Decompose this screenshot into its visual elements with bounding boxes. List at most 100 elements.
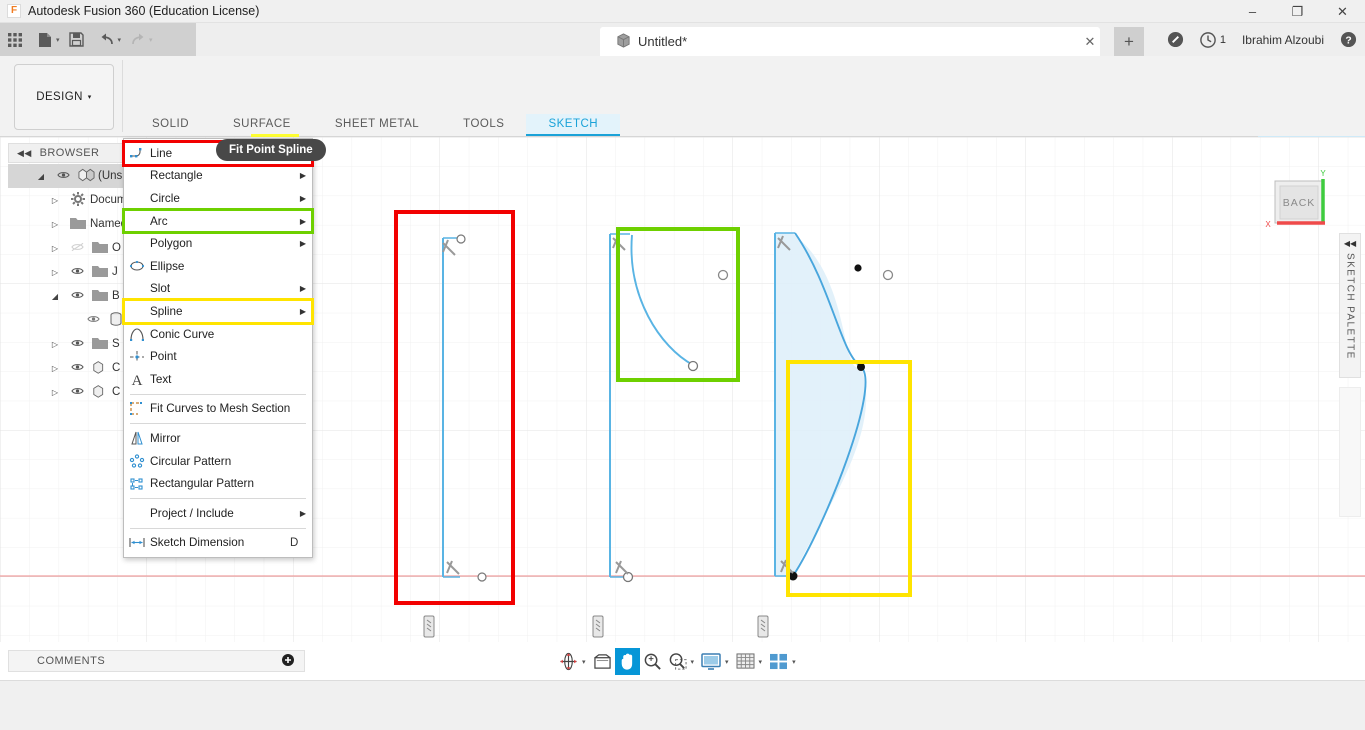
eye-icon[interactable] [66, 290, 88, 303]
grid-snaps[interactable] [733, 648, 758, 675]
chevron-down-icon[interactable]: ▾ [690, 658, 699, 666]
menu-item-circular-pattern[interactable]: Circular Pattern [124, 450, 312, 473]
eye-icon[interactable] [52, 170, 74, 183]
expander-icon[interactable]: ▷ [44, 340, 66, 349]
folder-icon [88, 241, 112, 256]
submenu-arrow-icon: ▶ [299, 306, 307, 316]
display-settings[interactable] [698, 648, 724, 675]
menu-item-ellipse[interactable]: Ellipse [124, 255, 312, 278]
menu-item-sketch-dimension[interactable]: Sketch Dimension D [124, 532, 312, 555]
tooltip: Fit Point Spline [216, 139, 326, 161]
navigation-bar: ▾ ▾ ▾ ▾ ▾ [556, 648, 800, 675]
orbit-tool[interactable] [556, 648, 581, 675]
eye-icon[interactable] [66, 266, 88, 279]
menu-item-conic-curve[interactable]: Conic Curve [124, 323, 312, 346]
new-file-caret-icon[interactable]: ▾ [56, 36, 60, 44]
menu-item-fit-curves-to-mesh-section[interactable]: Fit Curves to Mesh Section [124, 398, 312, 421]
sketch-palette-panel[interactable]: ◀◀ SKETCH PALETTE [1339, 233, 1361, 378]
tab-solid[interactable]: SOLID [130, 114, 211, 136]
submenu-arrow-icon: ▶ [299, 216, 307, 226]
workspace-switcher[interactable]: DESIGN ▾ [14, 64, 114, 130]
eye-icon[interactable] [66, 386, 88, 399]
expander-icon[interactable]: ▷ [44, 196, 66, 205]
submenu-arrow-icon: ▶ [299, 171, 307, 181]
view-cube[interactable]: BACK Y X [1260, 167, 1340, 250]
collapse-icon[interactable]: ◀◀ [1344, 239, 1356, 248]
tab-sketch[interactable]: SKETCH [526, 114, 621, 136]
eye-icon[interactable] [82, 314, 104, 327]
menu-item-point[interactable]: Point [124, 345, 312, 368]
save-icon[interactable] [62, 23, 92, 56]
account-area: 1 Ibrahim Alzoubi ? [1159, 23, 1365, 56]
svg-text:?: ? [1345, 35, 1351, 46]
document-tab[interactable]: Untitled* ✕ [600, 27, 1100, 56]
help-circle-icon[interactable] [1159, 23, 1192, 56]
app-grid-icon[interactable] [0, 23, 30, 56]
browser-item-label: Docum [90, 194, 127, 206]
fit-curves-mesh-icon [124, 401, 150, 416]
menu-item-label: Conic Curve [150, 327, 215, 341]
conic-curve-icon [124, 327, 150, 341]
job-status-icon[interactable]: 1 [1192, 23, 1234, 56]
chevron-down-icon: ▾ [87, 94, 92, 101]
menu-item-label: Point [150, 350, 177, 364]
chevron-down-icon[interactable]: ▾ [758, 658, 767, 666]
viewports[interactable] [766, 648, 791, 675]
zoom-tool[interactable] [640, 648, 665, 675]
submenu-arrow-icon: ▶ [299, 284, 307, 294]
eye-icon[interactable] [66, 362, 88, 375]
question-mark-icon[interactable]: ? [1332, 23, 1365, 56]
tab-sheet-metal[interactable]: SHEET METAL [313, 114, 441, 136]
menu-item-circle[interactable]: Circle ▶ [124, 187, 312, 210]
menu-item-mirror[interactable]: Mirror [124, 427, 312, 450]
body-icon [88, 384, 112, 401]
tab-surface[interactable]: SURFACE [211, 114, 313, 136]
palette-scroll-area[interactable] [1339, 387, 1361, 517]
new-tab-button[interactable]: + [1114, 27, 1144, 56]
expander-icon[interactable]: ◢ [44, 292, 66, 301]
menu-item-arc[interactable]: Arc ▶ [122, 207, 314, 235]
minimize-button[interactable]: – [1230, 0, 1275, 23]
user-name[interactable]: Ibrahim Alzoubi [1234, 23, 1332, 56]
menu-item-rectangular-pattern[interactable]: Rectangular Pattern [124, 472, 312, 495]
component-icon [74, 168, 98, 185]
eye-icon[interactable] [66, 338, 88, 351]
svg-text:A: A [132, 373, 143, 387]
look-at-tool[interactable] [590, 648, 615, 675]
undo-caret-icon[interactable]: ▾ [118, 36, 122, 44]
expander-icon[interactable]: ▷ [44, 364, 66, 373]
chevron-down-icon[interactable]: ▾ [791, 658, 800, 666]
menu-item-rectangle[interactable]: Rectangle ▶ [124, 165, 312, 188]
close-button[interactable]: ✕ [1320, 0, 1365, 23]
browser-item-label: B [112, 290, 120, 302]
menu-separator [130, 497, 306, 499]
menu-item-project-include[interactable]: Project / Include ▶ [124, 502, 312, 525]
eye-off-icon[interactable] [66, 242, 88, 255]
tab-tools[interactable]: TOOLS [441, 114, 526, 136]
chevron-down-icon[interactable]: ▾ [724, 658, 733, 666]
body-icon [88, 360, 112, 377]
browser-item-label: O [112, 242, 121, 254]
ribbon: DESIGN ▾ SOLID SURFACE SHEET METAL TOOLS… [0, 56, 1365, 193]
expander-icon[interactable]: ▷ [44, 388, 66, 397]
collapse-icon[interactable]: ◀◀ [17, 148, 32, 159]
menu-item-label: Ellipse [150, 259, 185, 273]
pan-tool[interactable] [614, 648, 640, 675]
menu-item-slot[interactable]: Slot ▶ [124, 278, 312, 301]
add-comment-icon[interactable] [282, 653, 294, 669]
expander-icon[interactable]: ◢ [30, 172, 52, 181]
close-icon[interactable]: ✕ [1080, 34, 1100, 50]
comments-bar[interactable]: COMMENTS [8, 650, 305, 672]
maximize-button[interactable]: ❐ [1275, 0, 1320, 23]
submenu-arrow-icon: ▶ [299, 193, 307, 203]
chevron-down-icon[interactable]: ▾ [581, 658, 590, 666]
menu-item-spline[interactable]: Spline ▶ [122, 298, 314, 325]
zoom-window-tool[interactable] [665, 648, 690, 675]
expander-icon[interactable]: ▷ [44, 220, 66, 229]
expander-icon[interactable]: ▷ [44, 244, 66, 253]
browser-item-label: J [112, 266, 118, 278]
menu-item-polygon[interactable]: Polygon ▶ [124, 232, 312, 255]
menu-item-text[interactable]: A Text [124, 368, 312, 391]
menu-item-label: Text [150, 372, 172, 386]
expander-icon[interactable]: ▷ [44, 268, 66, 277]
